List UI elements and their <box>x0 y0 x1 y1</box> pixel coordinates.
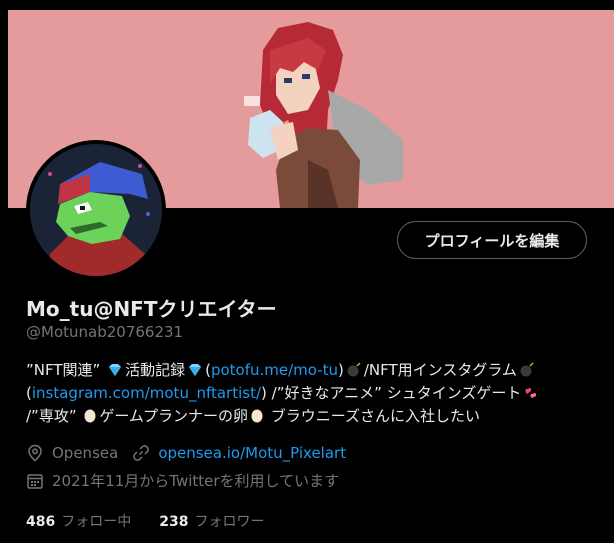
calendar-icon <box>26 472 44 490</box>
bio-text: ) <box>338 361 344 379</box>
following-link[interactable]: 486 フォロー中 <box>26 511 131 531</box>
avatar-border <box>26 140 166 280</box>
egg-icon <box>83 407 97 429</box>
following-count: 486 <box>26 514 56 530</box>
followers-count: 238 <box>159 514 189 530</box>
profile-meta-location-website: Opensea opensea.io/Motu_Pixelart <box>26 444 346 462</box>
location-pin-icon <box>26 444 44 462</box>
bio-text: 活動記録 <box>125 361 186 379</box>
bio-link-potofu[interactable]: potofu.me/mo-tu <box>211 361 338 379</box>
gem-icon <box>187 362 203 383</box>
egg-icon <box>250 407 264 429</box>
bio-text: /NFT用インスタグラム <box>363 361 517 379</box>
bio-text: ) /”好きなアニメ” シュタインズゲート <box>261 384 522 402</box>
followers-label: フォロワー <box>194 514 265 530</box>
profile-location: Opensea <box>52 444 119 462</box>
follow-counts: 486 フォロー中 238 フォロワー <box>26 511 292 531</box>
bomb-icon <box>346 361 362 383</box>
gem-icon <box>107 362 123 383</box>
bio-text: ”NFT関連” <box>26 361 106 379</box>
hearts-icon <box>523 385 539 406</box>
bio-link-instagram[interactable]: instagram.com/motu_nftartist/ <box>32 384 261 402</box>
edit-profile-button[interactable]: プロフィールを編集 <box>397 221 587 259</box>
profile-joined-date: 2021年11月からTwitterを利用しています <box>52 472 340 490</box>
avatar[interactable] <box>30 144 162 276</box>
user-handle: @Motunab20766231 <box>26 323 184 341</box>
profile-bio: ”NFT関連” 活動記録 (potofu.me/mo-tu)/NFT用インスタグラ… <box>26 360 601 429</box>
top-strip <box>0 0 614 10</box>
bomb-icon <box>519 361 535 383</box>
link-icon <box>132 444 150 462</box>
profile-website-link[interactable]: opensea.io/Motu_Pixelart <box>158 444 346 462</box>
avatar-illustration <box>30 144 162 276</box>
bio-text: /”専攻” <box>26 407 82 425</box>
bio-text: ブラウニーズさんに入社したい <box>266 407 481 425</box>
bio-text: ゲームプランナーの卵 <box>99 407 249 425</box>
following-label: フォロー中 <box>61 514 132 530</box>
profile-meta-joined: 2021年11月からTwitterを利用しています <box>26 470 339 491</box>
followers-link[interactable]: 238 フォロワー <box>159 511 264 531</box>
display-name: Mo_tu@NFTクリエイター <box>26 297 277 321</box>
